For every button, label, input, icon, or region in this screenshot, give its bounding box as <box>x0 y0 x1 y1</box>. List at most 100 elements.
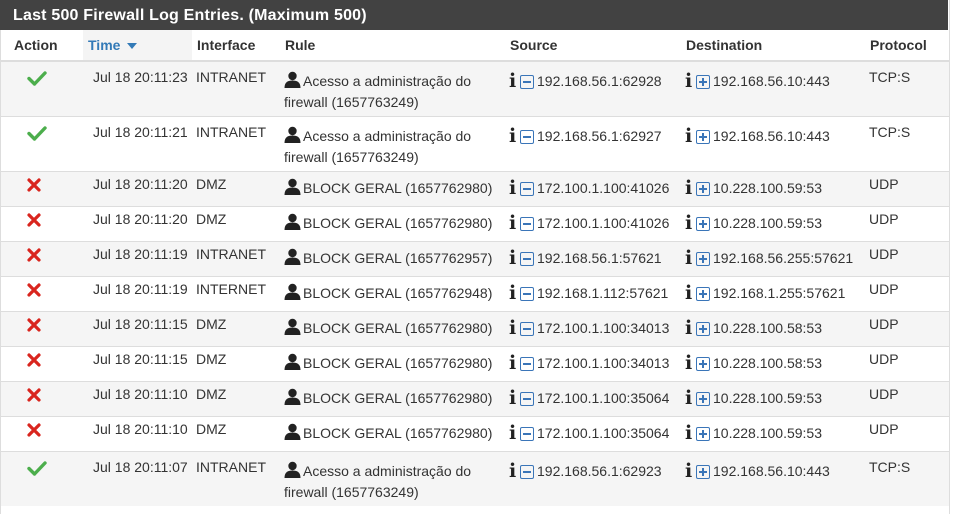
plus-square-icon[interactable] <box>696 287 710 301</box>
rule-cell[interactable]: BLOCK GERAL (1657762980) <box>280 346 505 382</box>
minus-square-icon[interactable] <box>520 182 534 196</box>
column-header-time[interactable]: Time <box>83 30 192 62</box>
info-icon[interactable]: i <box>685 179 694 198</box>
plus-square-icon[interactable] <box>696 182 710 196</box>
interface-text: DMZ <box>196 316 227 332</box>
info-icon[interactable]: i <box>509 462 518 481</box>
pass-check-icon[interactable] <box>27 460 47 476</box>
source-address: 192.168.56.1:57621 <box>537 250 662 266</box>
rule-text[interactable]: BLOCK GERAL (1657762980) <box>303 425 492 441</box>
rule-text[interactable]: BLOCK GERAL (1657762980) <box>303 215 492 231</box>
protocol-cell: UDP <box>864 206 949 242</box>
minus-square-icon[interactable] <box>520 130 534 144</box>
info-icon[interactable]: i <box>685 424 694 443</box>
block-x-icon[interactable] <box>27 353 41 367</box>
rule-text-line2[interactable]: firewall (1657763249) <box>284 94 419 110</box>
column-header-protocol[interactable]: Protocol <box>864 30 949 62</box>
info-icon[interactable]: i <box>509 319 518 338</box>
protocol-cell: UDP <box>864 276 949 312</box>
rule-text[interactable]: Acesso a administração do <box>303 128 471 144</box>
block-x-icon[interactable] <box>27 283 41 297</box>
info-icon[interactable]: i <box>509 214 518 233</box>
block-x-icon[interactable] <box>27 213 41 227</box>
block-x-icon[interactable] <box>27 423 41 437</box>
plus-square-icon[interactable] <box>696 357 710 371</box>
rule-text[interactable]: Acesso a administração do <box>303 73 471 89</box>
column-header-interface[interactable]: Interface <box>192 30 280 62</box>
interface-cell: DMZ <box>192 311 280 347</box>
info-icon[interactable]: i <box>685 249 694 268</box>
info-icon[interactable]: i <box>685 72 694 91</box>
column-header-action[interactable]: Action <box>1 30 83 62</box>
pass-check-icon[interactable] <box>27 125 47 141</box>
minus-square-icon[interactable] <box>520 357 534 371</box>
rule-cell[interactable]: BLOCK GERAL (1657762980) <box>280 206 505 242</box>
info-icon[interactable]: i <box>509 389 518 408</box>
rule-cell[interactable]: BLOCK GERAL (1657762980) <box>280 171 505 207</box>
time-text: Jul 18 20:11:21 <box>93 124 188 140</box>
plus-square-icon[interactable] <box>696 217 710 231</box>
interface-cell: INTERNET <box>192 276 280 312</box>
user-icon <box>284 461 301 478</box>
rule-text[interactable]: Acesso a administração do <box>303 463 471 479</box>
info-icon[interactable]: i <box>685 354 694 373</box>
rule-text-line2[interactable]: firewall (1657763249) <box>284 484 419 500</box>
minus-square-icon[interactable] <box>520 287 534 301</box>
table-header-row: Action Time Interface Rule Source Destin… <box>1 30 949 62</box>
interface-text: INTRANET <box>196 69 266 85</box>
minus-square-icon[interactable] <box>520 465 534 479</box>
rule-text[interactable]: BLOCK GERAL (1657762948) <box>303 285 492 301</box>
plus-square-icon[interactable] <box>696 392 710 406</box>
info-icon[interactable]: i <box>685 214 694 233</box>
rule-text[interactable]: BLOCK GERAL (1657762957) <box>303 250 492 266</box>
minus-square-icon[interactable] <box>520 217 534 231</box>
info-icon[interactable]: i <box>685 284 694 303</box>
plus-square-icon[interactable] <box>696 322 710 336</box>
destination-address: 192.168.56.10:443 <box>713 128 830 144</box>
rule-text[interactable]: BLOCK GERAL (1657762980) <box>303 355 492 371</box>
block-x-icon[interactable] <box>27 318 41 332</box>
block-x-icon[interactable] <box>27 178 41 192</box>
plus-square-icon[interactable] <box>696 252 710 266</box>
minus-square-icon[interactable] <box>520 392 534 406</box>
plus-square-icon[interactable] <box>696 130 710 144</box>
plus-square-icon[interactable] <box>696 427 710 441</box>
rule-text[interactable]: BLOCK GERAL (1657762980) <box>303 320 492 336</box>
rule-cell[interactable]: BLOCK GERAL (1657762948) <box>280 276 505 312</box>
rule-cell[interactable]: Acesso a administração do firewall (16577… <box>280 116 505 172</box>
info-icon[interactable]: i <box>509 284 518 303</box>
rule-cell[interactable]: Acesso a administração do firewall (16577… <box>280 60 505 117</box>
column-header-source[interactable]: Source <box>505 30 681 62</box>
block-x-icon[interactable] <box>27 248 41 262</box>
info-icon[interactable]: i <box>509 354 518 373</box>
info-icon[interactable]: i <box>509 249 518 268</box>
rule-text-line2[interactable]: firewall (1657763249) <box>284 149 419 165</box>
rule-cell[interactable]: BLOCK GERAL (1657762980) <box>280 311 505 347</box>
info-icon[interactable]: i <box>685 389 694 408</box>
plus-square-icon[interactable] <box>696 75 710 89</box>
rule-cell[interactable]: Acesso a administração do firewall (16577… <box>280 451 505 506</box>
sort-descending-icon <box>127 43 138 49</box>
info-icon[interactable]: i <box>685 462 694 481</box>
info-icon[interactable]: i <box>509 424 518 443</box>
minus-square-icon[interactable] <box>520 75 534 89</box>
column-header-rule[interactable]: Rule <box>280 30 505 62</box>
column-header-destination[interactable]: Destination <box>681 30 864 62</box>
info-icon[interactable]: i <box>685 319 694 338</box>
minus-square-icon[interactable] <box>520 322 534 336</box>
interface-cell: INTRANET <box>192 451 280 506</box>
info-icon[interactable]: i <box>509 127 518 146</box>
rule-cell[interactable]: BLOCK GERAL (1657762980) <box>280 416 505 452</box>
info-icon[interactable]: i <box>685 127 694 146</box>
minus-square-icon[interactable] <box>520 252 534 266</box>
rule-text[interactable]: BLOCK GERAL (1657762980) <box>303 390 492 406</box>
block-x-icon[interactable] <box>27 388 41 402</box>
rule-text[interactable]: BLOCK GERAL (1657762980) <box>303 180 492 196</box>
rule-cell[interactable]: BLOCK GERAL (1657762957) <box>280 241 505 277</box>
plus-square-icon[interactable] <box>696 465 710 479</box>
minus-square-icon[interactable] <box>520 427 534 441</box>
pass-check-icon[interactable] <box>27 70 47 86</box>
info-icon[interactable]: i <box>509 72 518 91</box>
rule-cell[interactable]: BLOCK GERAL (1657762980) <box>280 381 505 417</box>
info-icon[interactable]: i <box>509 179 518 198</box>
